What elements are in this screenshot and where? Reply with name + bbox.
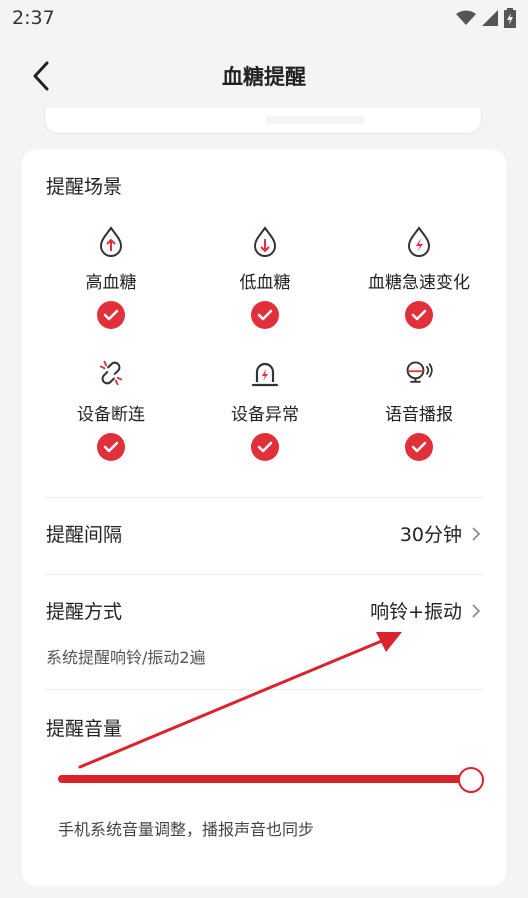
check-icon[interactable] <box>251 301 279 329</box>
scene-label: 高血糖 <box>85 273 137 293</box>
scene-label: 低血糖 <box>239 273 291 293</box>
divider <box>46 574 482 575</box>
wifi-icon <box>456 10 476 25</box>
scene-voice-broadcast[interactable]: 语音播报 <box>342 356 496 466</box>
chevron-right-icon <box>472 526 481 541</box>
status-bar: 2:37 <box>0 0 528 36</box>
scenes-title: 提醒场景 <box>46 176 123 198</box>
drop-down-arrow-icon <box>250 224 280 258</box>
app-header: 血糖提醒 <box>0 44 528 108</box>
scene-device-disconnect[interactable]: 设备断连 <box>34 356 188 466</box>
chevron-right-icon <box>472 603 481 618</box>
check-icon[interactable] <box>405 433 433 461</box>
page-title: 血糖提醒 <box>222 65 306 89</box>
scene-high-glucose[interactable]: 高血糖 <box>34 224 188 334</box>
signal-icon <box>482 10 498 26</box>
method-note: 系统提醒响铃/振动2遍 <box>46 648 206 667</box>
previous-card-control <box>265 116 365 124</box>
status-time: 2:37 <box>12 7 55 29</box>
check-icon[interactable] <box>97 301 125 329</box>
speaker-voice-icon <box>404 356 434 390</box>
scene-label: 设备异常 <box>231 405 299 425</box>
previous-card <box>44 108 482 134</box>
method-label: 提醒方式 <box>46 601 123 623</box>
interval-value: 30分钟 <box>399 524 462 546</box>
scene-rapid-change[interactable]: 血糖急速变化 <box>342 224 496 334</box>
method-value: 响铃+振动 <box>370 601 462 623</box>
scene-grid: 高血糖 低血糖 血糖急速变化 设备断连 设备异常 语音播报 <box>34 224 496 466</box>
scene-device-error[interactable]: 设备异常 <box>188 356 342 466</box>
scene-low-glucose[interactable]: 低血糖 <box>188 224 342 334</box>
divider <box>46 497 482 498</box>
check-icon[interactable] <box>251 433 279 461</box>
scene-label: 血糖急速变化 <box>368 273 470 293</box>
volume-slider-track[interactable] <box>58 775 470 783</box>
drop-lightning-icon <box>404 224 434 258</box>
volume-slider-thumb[interactable] <box>458 767 484 793</box>
interval-row[interactable]: 提醒间隔 30分钟 <box>46 520 482 547</box>
method-row[interactable]: 提醒方式 响铃+振动 <box>46 597 482 624</box>
check-icon[interactable] <box>97 433 125 461</box>
volume-label: 提醒音量 <box>46 718 123 740</box>
volume-note: 手机系统音量调整，播报声音也同步 <box>58 820 315 839</box>
settings-card: 提醒场景 高血糖 低血糖 血糖急速变化 设备断连 设备异常 语音播报 提醒间隔 … <box>22 150 506 886</box>
battery-charging-icon <box>504 8 516 28</box>
interval-label: 提醒间隔 <box>46 524 123 546</box>
back-button[interactable] <box>26 58 56 94</box>
scene-label: 语音播报 <box>385 405 453 425</box>
broken-link-icon <box>96 356 126 390</box>
alarm-light-icon <box>250 356 280 390</box>
status-icons <box>456 8 516 28</box>
drop-up-arrow-icon <box>96 224 126 258</box>
divider <box>46 689 482 690</box>
back-arrow-icon <box>33 61 49 91</box>
scene-label: 设备断连 <box>77 405 145 425</box>
check-icon[interactable] <box>405 301 433 329</box>
volume-row: 提醒音量 <box>46 714 482 741</box>
